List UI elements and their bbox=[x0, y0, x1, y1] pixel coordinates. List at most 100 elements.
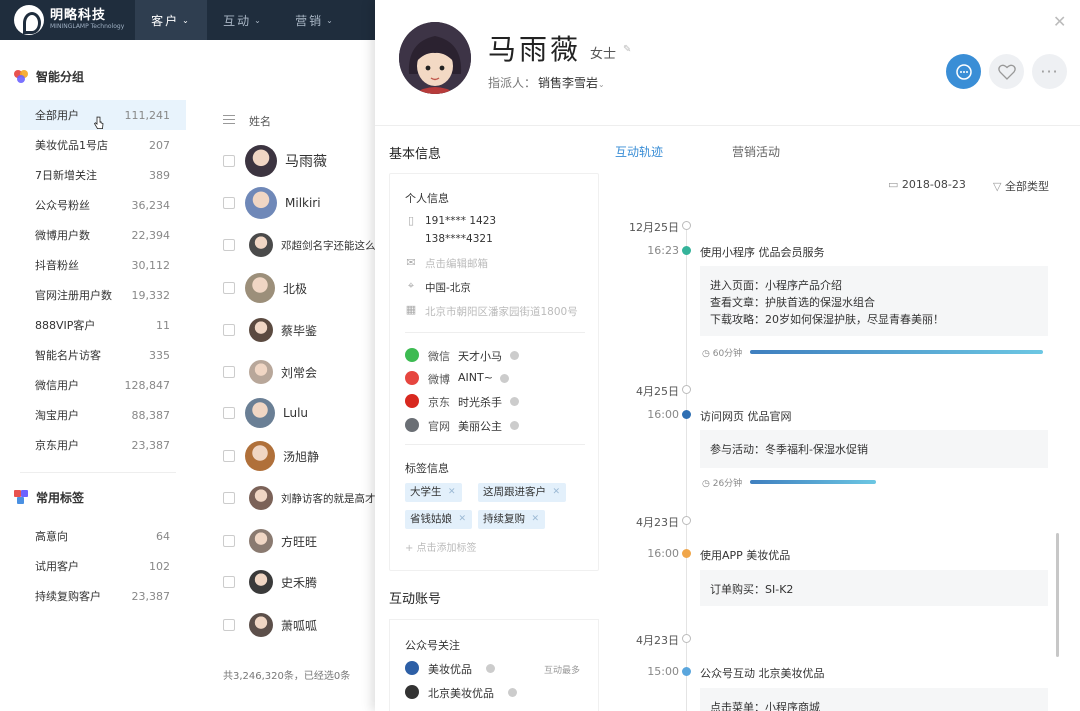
tag-chip[interactable]: 省钱姑娘 ✕ bbox=[405, 510, 472, 529]
segment-count: 207 bbox=[149, 138, 170, 152]
segment-item[interactable]: 888VIP客户 11 bbox=[20, 310, 186, 340]
tag-item[interactable]: 高意向 64 bbox=[20, 521, 186, 551]
list-footer: 共3,246,320条，已经选0条 bbox=[223, 671, 351, 682]
add-tag-button[interactable]: + 点击添加标签 bbox=[405, 539, 477, 554]
jd-icon bbox=[405, 394, 419, 408]
segment-item[interactable]: 7日新增关注 389 bbox=[20, 160, 186, 190]
tag-chip[interactable]: 大学生 ✕ bbox=[405, 483, 462, 502]
table-row[interactable]: 汤旭静 bbox=[200, 436, 376, 476]
segment-item[interactable]: 智能名片访客 335 bbox=[20, 340, 186, 370]
segment-label: 微信用户 bbox=[35, 379, 79, 392]
assignee-select[interactable]: 销售李雪岩⌄ bbox=[538, 74, 605, 91]
segment-item[interactable]: 美妆优品1号店 207 bbox=[20, 130, 186, 160]
column-menu-icon[interactable] bbox=[223, 115, 235, 127]
tag-chip[interactable]: 这周跟进客户 ✕ bbox=[478, 483, 566, 502]
remove-tag-icon[interactable]: ✕ bbox=[448, 483, 456, 502]
phone-2: 138****4321 bbox=[425, 233, 493, 245]
table-row[interactable]: 蔡毕鉴 bbox=[200, 310, 376, 350]
row-checkbox[interactable] bbox=[223, 492, 235, 504]
clock-icon: ◷ bbox=[702, 349, 713, 359]
row-checkbox[interactable] bbox=[223, 450, 235, 462]
logo-icon bbox=[14, 5, 44, 35]
nav-interaction[interactable]: 互动 ⌄ bbox=[207, 0, 279, 40]
row-checkbox[interactable] bbox=[223, 324, 235, 336]
timeline-event-details: 参与活动：冬季福利-保湿水促销 bbox=[700, 430, 1048, 468]
remove-tag-icon[interactable]: ✕ bbox=[458, 510, 466, 529]
email-field[interactable]: 点击编辑邮箱 bbox=[425, 256, 488, 271]
segment-count: 88,387 bbox=[131, 408, 171, 422]
nav-customers[interactable]: 客户 ⌄ bbox=[135, 0, 207, 40]
message-button[interactable] bbox=[946, 54, 981, 89]
remove-tag-icon[interactable]: ✕ bbox=[552, 483, 560, 502]
clock-icon: ◷ bbox=[702, 479, 713, 489]
table-row[interactable]: 马雨薇 bbox=[200, 141, 376, 181]
segment-item[interactable]: 微信用户 128,847 bbox=[20, 370, 186, 400]
segment-item[interactable]: 微博用户数 22,394 bbox=[20, 220, 186, 250]
customer-name-cell: 萧呱呱 bbox=[281, 618, 318, 633]
tag-chip[interactable]: 持续复购 ✕ bbox=[478, 510, 545, 529]
timeline-date-marker bbox=[682, 634, 691, 643]
type-filter[interactable]: ▽ 全部类型 bbox=[993, 178, 1049, 194]
remove-tag-icon[interactable]: ✕ bbox=[531, 510, 539, 529]
segment-item[interactable]: 官网注册用户数 19,332 bbox=[20, 280, 186, 310]
timeline-time: 16:00 bbox=[647, 408, 679, 421]
more-actions-button[interactable]: ··· bbox=[1032, 54, 1067, 89]
table-row[interactable]: 方旺旺 bbox=[200, 521, 376, 561]
table-row[interactable]: 刘常会 bbox=[200, 352, 376, 392]
tag-item[interactable]: 试用客户 102 bbox=[20, 551, 186, 581]
row-checkbox[interactable] bbox=[223, 155, 235, 167]
duration-label: ◷ 60分钟 bbox=[702, 349, 743, 359]
table-row[interactable]: 邓超剑名字还能这么长 bbox=[200, 225, 376, 265]
row-checkbox[interactable] bbox=[223, 576, 235, 588]
table-row[interactable]: 萧呱呱 bbox=[200, 605, 376, 645]
customer-name-cell: 马雨薇 bbox=[285, 154, 327, 170]
chevron-down-icon: ⌄ bbox=[182, 15, 191, 25]
row-checkbox[interactable] bbox=[223, 366, 235, 378]
timeline-event-dot bbox=[682, 246, 691, 255]
segment-label: 官网注册用户数 bbox=[35, 289, 112, 302]
tab-marketing-activity[interactable]: 营销活动 bbox=[732, 143, 780, 160]
smart-group-icon bbox=[14, 69, 28, 83]
tag-label: 高意向 bbox=[35, 530, 68, 543]
close-icon[interactable]: ✕ bbox=[1053, 12, 1066, 31]
segment-item[interactable]: 抖音粉丝 30,112 bbox=[20, 250, 186, 280]
segment-item[interactable]: 淘宝用户 88,387 bbox=[20, 400, 186, 430]
row-checkbox[interactable] bbox=[223, 535, 235, 547]
customer-avatar bbox=[399, 22, 471, 94]
row-checkbox[interactable] bbox=[223, 197, 235, 209]
customer-list: 姓名 马雨薇 Milkiri 邓超剑名字还能这么长 北极 蔡毕鉴 刘常会 Lulu 汤旭静 刘静… bbox=[200, 40, 376, 711]
segment-item[interactable]: 公众号粉丝 36,234 bbox=[20, 190, 186, 220]
table-row[interactable]: 刘静访客的就是高才 bbox=[200, 478, 376, 518]
scrollbar[interactable] bbox=[1056, 533, 1059, 657]
timeline-event-title: 使用小程序 优品会员服务 bbox=[700, 246, 825, 259]
segment-count: 11 bbox=[156, 318, 170, 332]
favorite-button[interactable] bbox=[989, 54, 1024, 89]
date-filter[interactable]: ▭ 2018-08-23 bbox=[888, 178, 966, 191]
edit-pencil-icon[interactable]: ✎ bbox=[623, 45, 633, 55]
website-icon bbox=[405, 418, 419, 432]
timeline-event-dot bbox=[682, 410, 691, 419]
table-row[interactable]: Milkiri bbox=[200, 183, 376, 223]
customer-name-cell: Lulu bbox=[283, 406, 309, 420]
table-row[interactable]: 史禾腾 bbox=[200, 562, 376, 602]
duration-bar bbox=[750, 480, 876, 484]
account-card-title: 公众号关注 bbox=[405, 639, 460, 652]
mouse-cursor-icon bbox=[94, 116, 104, 129]
timeline-event-details: 进入页面：小程序产品介绍 查看文章：护肤首选的保湿水组合 下载攻略：20岁如何保湿护… bbox=[700, 266, 1048, 336]
table-row[interactable]: Lulu bbox=[200, 393, 376, 433]
row-checkbox[interactable] bbox=[223, 619, 235, 631]
brand-logo[interactable]: 明略科技 MININGLAMP Technology bbox=[0, 5, 135, 35]
tab-interaction-trail[interactable]: 互动轨迹 bbox=[615, 143, 663, 160]
timeline-time: 16:23 bbox=[647, 244, 679, 257]
table-row[interactable]: 北极 bbox=[200, 268, 376, 308]
timeline-event-title: 访问网页 优品官网 bbox=[700, 410, 792, 423]
nav-marketing[interactable]: 营销 ⌄ bbox=[279, 0, 351, 40]
verified-icon bbox=[486, 664, 495, 673]
segment-item[interactable]: 京东用户 23,387 bbox=[20, 430, 186, 460]
tag-item[interactable]: 持续复购客户 23,387 bbox=[20, 581, 186, 611]
row-checkbox[interactable] bbox=[223, 239, 235, 251]
segment-label: 公众号粉丝 bbox=[35, 199, 90, 212]
row-checkbox[interactable] bbox=[223, 407, 235, 419]
row-checkbox[interactable] bbox=[223, 282, 235, 294]
account-name: 美妆优品 bbox=[428, 663, 472, 676]
